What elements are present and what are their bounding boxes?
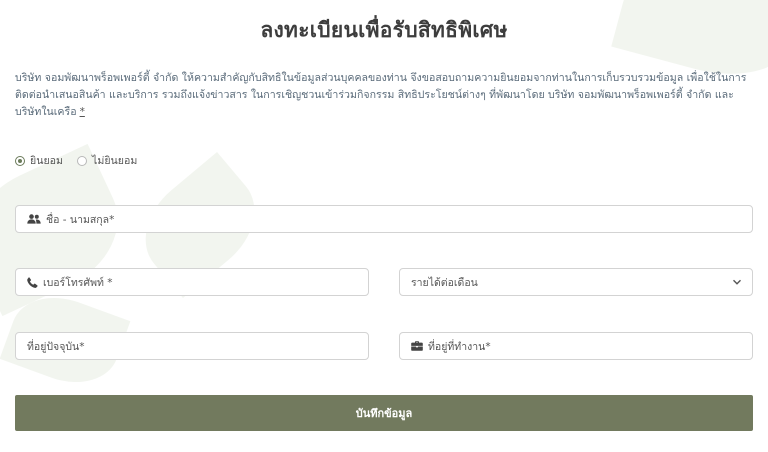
phone-field[interactable]: เบอร์โทรศัพท์ * (15, 268, 369, 296)
name-field[interactable]: ชื่อ - นามสกุล* (15, 205, 753, 233)
home-address-placeholder: ที่อยู่ปัจจุบัน* (27, 340, 85, 353)
briefcase-icon (411, 341, 423, 351)
work-address-field[interactable]: ที่อยู่ที่ทำงาน* (399, 332, 753, 360)
users-icon (27, 214, 41, 224)
submit-button[interactable]: บันทึกข้อมูล (15, 395, 753, 431)
consent-radio-group: ยินยอม ไม่ยินยอม (15, 152, 137, 169)
radio-disagree-dot[interactable] (77, 155, 88, 166)
consent-radio-agree[interactable]: ยินยอม (15, 152, 63, 169)
income-select[interactable]: รายได้ต่อเดือน (399, 268, 753, 296)
required-mark: * (79, 106, 85, 118)
phone-placeholder: เบอร์โทรศัพท์ * (43, 276, 113, 289)
radio-disagree-label: ไม่ยินยอม (92, 155, 138, 167)
consent-text: บริษัท จอมพัฒนาพร็อพเพอร์ตี้ จำกัด ให้คว… (15, 70, 755, 121)
income-selected-value: รายได้ต่อเดือน (411, 276, 478, 289)
chevron-down-icon (733, 279, 741, 285)
work-address-placeholder: ที่อยู่ที่ทำงาน* (428, 340, 491, 353)
home-address-field[interactable]: ที่อยู่ปัจจุบัน* (15, 332, 369, 360)
name-placeholder: ชื่อ - นามสกุล* (46, 213, 115, 226)
phone-icon (27, 276, 38, 288)
consent-radio-disagree[interactable]: ไม่ยินยอม (77, 152, 137, 169)
radio-agree-label: ยินยอม (30, 155, 64, 167)
radio-agree-dot[interactable] (15, 155, 25, 166)
page-title: ลงทะเบียนเพื่อรับสิทธิพิเศษ (260, 18, 508, 42)
consent-body: บริษัท จอมพัฒนาพร็อพเพอร์ตี้ จำกัด ให้คว… (15, 72, 747, 118)
